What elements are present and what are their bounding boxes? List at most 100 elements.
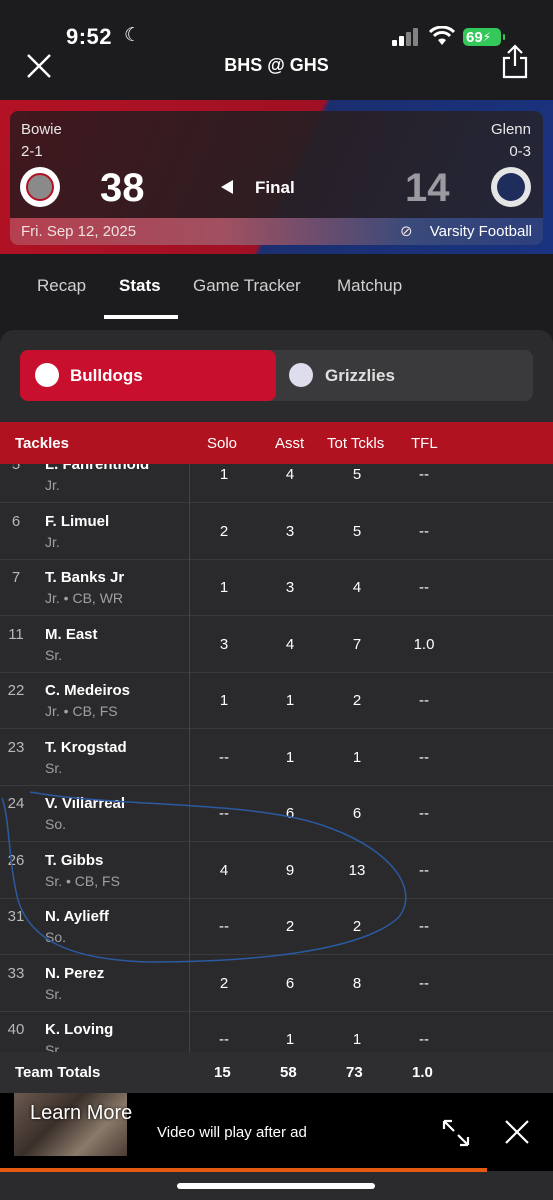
player-number: 11 (8, 625, 24, 643)
stat-asst: 1 (285, 692, 295, 709)
stat-tfl: -- (419, 748, 429, 766)
stat-tfl: -- (419, 861, 429, 879)
header-tot-tckls[interactable]: Tot Tckls (327, 435, 384, 452)
column-divider (189, 422, 190, 1052)
player-number: 6 (11, 512, 21, 530)
table-row[interactable]: 7 T. Banks Jr Jr. • CB, WR 1 3 4 -- (0, 559, 553, 616)
tab-bar: Recap Stats Game Tracker Matchup (0, 256, 553, 320)
stat-tfl: -- (419, 579, 429, 596)
table-row[interactable]: 22 C. Medeiros Jr. • CB, FS 1 1 2 -- (0, 672, 553, 729)
tab-game-tracker[interactable]: Game Tracker (193, 276, 301, 296)
nav-bar: BHS @ GHS (0, 44, 553, 100)
stat-asst: 3 (285, 579, 295, 596)
stat-asst: 6 (285, 805, 295, 822)
home-indicator[interactable] (177, 1183, 375, 1189)
stat-tot: 8 (352, 974, 362, 992)
home-team-name: Bowie (21, 121, 62, 138)
player-class: Jr. (45, 533, 60, 550)
table-row[interactable]: 31 N. Aylieff So. -- 2 2 -- (0, 898, 553, 955)
table-row[interactable]: 23 T. Krogstad Sr. -- 1 1 -- (0, 729, 553, 786)
stat-asst: 4 (285, 635, 295, 653)
home-score: 38 (100, 166, 145, 210)
stat-solo: 2 (219, 974, 229, 992)
tab-matchup[interactable]: Matchup (337, 276, 402, 296)
player-name: F. Limuel (45, 512, 110, 530)
player-class: Jr. • CB, WR (45, 590, 124, 606)
wifi-icon (429, 26, 455, 45)
learn-more-link[interactable]: Learn More (30, 1102, 132, 1125)
table-row[interactable]: 6 F. Limuel Jr. 2 3 5 -- (0, 503, 553, 560)
stats-table-body[interactable]: 5 L. Fahrenthold Jr. 1 4 5 -- 6 F. Limuel Jr. 2 3 5-… (0, 464, 553, 1052)
player-class: Sr. (45, 985, 63, 1002)
share-icon[interactable] (500, 44, 530, 80)
table-row[interactable]: 26 T. Gibbs Sr. • CB, FS 4 9 13 -- (0, 842, 553, 899)
ad-close-icon[interactable] (504, 1119, 530, 1145)
header-tackles: Tackles (15, 435, 69, 452)
header-solo[interactable]: Solo (207, 435, 237, 452)
bulldogs-logo-icon (20, 167, 60, 207)
stat-tfl: 1.0 (413, 635, 435, 653)
grizzlies-logo-icon (491, 167, 531, 207)
player-number: 22 (7, 682, 25, 699)
player-number: 31 (7, 908, 25, 925)
player-class: Jr. (45, 477, 60, 493)
stat-solo: -- (219, 805, 229, 822)
expand-icon[interactable] (441, 1118, 471, 1148)
table-row[interactable]: 33 N. Perez Sr. 2 6 8 -- (0, 955, 553, 1012)
away-team-name: Glenn (490, 121, 531, 138)
stat-tot: 7 (352, 635, 362, 653)
ad-progress-bar (0, 1168, 487, 1172)
stat-solo: 1 (219, 579, 229, 596)
stat-solo: 2 (219, 522, 229, 540)
stat-asst: 4 (285, 466, 295, 483)
status-time: 9:52 (66, 24, 113, 49)
stat-tot: 13 (348, 861, 366, 879)
ad-message: Video will play after ad (157, 1124, 307, 1141)
table-header: Tackles Solo Asst Tot Tckls TFL (0, 422, 553, 464)
football-icon: ⊘ (400, 223, 413, 240)
player-name: L. Fahrenthold (45, 464, 150, 473)
home-team-record: 2-1 (21, 143, 43, 160)
stat-solo: -- (219, 918, 229, 935)
stat-tfl: -- (419, 522, 429, 540)
table-row[interactable]: 24 V. Villarreal So. -- 6 6 -- (0, 785, 553, 842)
totals-solo: 15 (214, 1064, 231, 1081)
stat-tot: 1 (352, 1031, 362, 1048)
stat-tfl: -- (419, 805, 429, 822)
team-label-grizzlies: Grizzlies (325, 366, 395, 385)
player-name: K. Loving (45, 1021, 114, 1038)
stat-asst: 1 (285, 748, 295, 766)
stat-tot: 2 (352, 918, 362, 935)
stat-solo: 1 (219, 466, 229, 483)
tab-stats[interactable]: Stats (119, 276, 161, 296)
away-score: 14 (405, 166, 450, 210)
stat-tot: 2 (352, 692, 362, 709)
stat-tfl: -- (419, 1031, 429, 1048)
table-row[interactable]: 11 M. East Sr. 3 4 7 1.0 (0, 616, 553, 673)
player-name: N. Perez (45, 964, 105, 982)
header-asst[interactable]: Asst (275, 435, 304, 452)
page-title: BHS @ GHS (224, 55, 329, 75)
stat-solo: -- (219, 748, 229, 766)
tab-recap[interactable]: Recap (37, 276, 86, 296)
totals-asst: 58 (280, 1064, 297, 1081)
stat-tot: 4 (352, 579, 362, 596)
player-class: Jr. • CB, FS (45, 703, 118, 719)
moon-icon: ☾ (124, 25, 142, 46)
table-row[interactable]: 5 L. Fahrenthold Jr. 1 4 5 -- (0, 464, 553, 503)
team-totals-row: Team Totals 15 58 73 1.0 (0, 1052, 553, 1093)
away-team-record: 0-3 (509, 143, 531, 160)
player-class: Sr. (45, 1042, 63, 1052)
team-button-grizzlies[interactable]: Grizzlies (277, 350, 533, 401)
player-class: So. (45, 929, 67, 945)
stat-solo: 4 (219, 861, 229, 879)
winner-arrow-icon (221, 180, 233, 194)
player-number: 23 (7, 738, 25, 756)
player-name: M. East (45, 625, 98, 643)
header-tfl[interactable]: TFL (411, 435, 438, 452)
grizzlies-mini-logo-icon (289, 363, 313, 387)
player-name: T. Krogstad (45, 738, 127, 756)
table-row[interactable]: 40 K. Loving Sr. -- 1 1 -- (0, 1011, 553, 1052)
team-button-bulldogs[interactable]: Bulldogs (20, 350, 276, 401)
player-number: 40 (7, 1021, 25, 1038)
